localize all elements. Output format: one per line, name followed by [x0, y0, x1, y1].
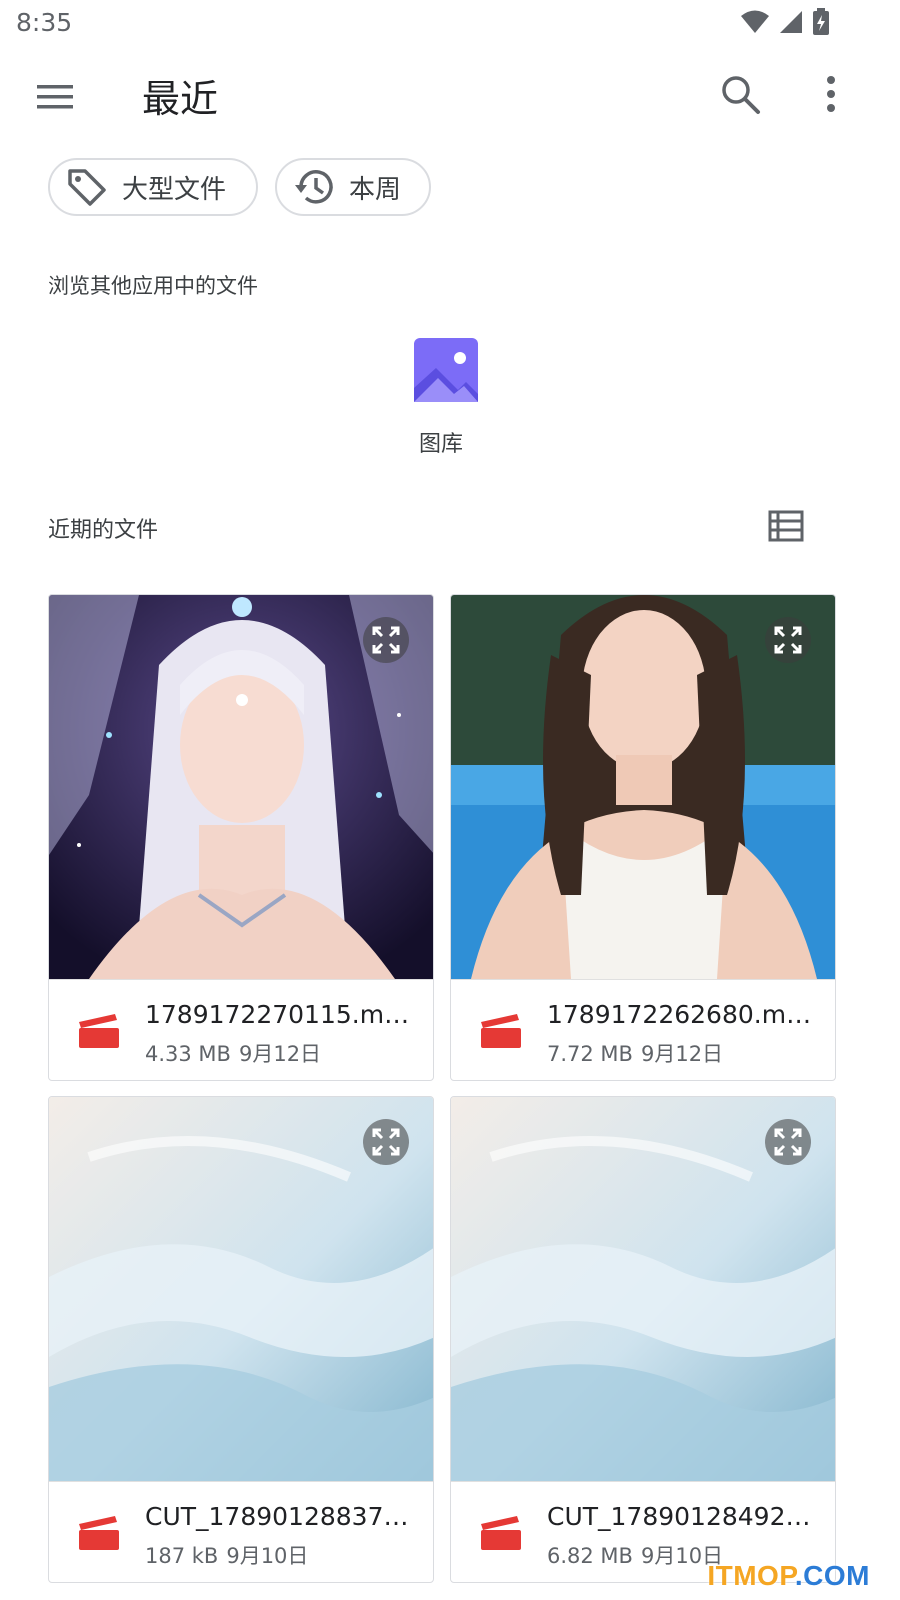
more-options-button[interactable]: [816, 72, 846, 116]
gallery-icon: [413, 338, 478, 402]
file-date: 9月10日: [226, 1544, 309, 1568]
file-info: 1789172262680.m… 7.72 MB 9月12日: [451, 979, 835, 1080]
expand-preview-button[interactable]: [363, 1119, 409, 1165]
file-card[interactable]: CUT_17890128492… 6.82 MB 9月10日: [450, 1096, 836, 1583]
expand-icon: [372, 626, 400, 654]
list-view-toggle[interactable]: [768, 510, 804, 542]
file-name: 1789172270115.m…: [145, 1000, 410, 1029]
chip-large-files[interactable]: 大型文件: [48, 158, 258, 216]
file-meta: 6.82 MB 9月10日: [547, 1540, 723, 1570]
file-thumbnail: [49, 595, 433, 979]
video-icon: [79, 1014, 119, 1048]
file-size: 6.82 MB: [547, 1544, 633, 1568]
menu-button[interactable]: [34, 76, 76, 118]
file-thumbnail: [451, 595, 835, 979]
file-size: 7.72 MB: [547, 1042, 633, 1066]
chip-this-week-label: 本周: [349, 174, 402, 205]
file-size: 4.33 MB: [145, 1042, 231, 1066]
gallery-app-label: 图库: [418, 432, 463, 457]
menu-icon: [37, 85, 73, 109]
wifi-icon: [741, 10, 769, 33]
recent-files-label: 近期的文件: [48, 518, 159, 543]
video-icon: [481, 1014, 521, 1048]
watermark-domain: .COM: [794, 1560, 870, 1591]
gallery-app-shortcut[interactable]: 图库: [400, 338, 482, 458]
browse-section-label: 浏览其他应用中的文件: [48, 274, 258, 298]
status-bar: 8:35: [0, 0, 900, 48]
status-time: 8:35: [16, 8, 73, 37]
file-card[interactable]: CUT_17890128837… 187 kB 9月10日: [48, 1096, 434, 1583]
file-meta: 4.33 MB 9月12日: [145, 1038, 321, 1068]
file-info: CUT_17890128837… 187 kB 9月10日: [49, 1481, 433, 1582]
chip-this-week[interactable]: 本周: [275, 158, 431, 216]
file-meta: 187 kB 9月10日: [145, 1540, 308, 1570]
signal-icon: [780, 11, 802, 33]
video-icon: [79, 1516, 119, 1550]
app-bar: 最近: [0, 56, 900, 136]
expand-preview-button[interactable]: [765, 1119, 811, 1165]
history-icon: [295, 170, 333, 204]
expand-icon: [372, 1128, 400, 1156]
expand-preview-button[interactable]: [765, 617, 811, 663]
more-vert-icon: [827, 76, 835, 112]
file-info: 1789172270115.m… 4.33 MB 9月12日: [49, 979, 433, 1080]
file-name: CUT_17890128492…: [547, 1502, 811, 1531]
video-icon: [481, 1516, 521, 1550]
file-card[interactable]: 1789172270115.m… 4.33 MB 9月12日: [48, 594, 434, 1081]
file-size: 187 kB: [145, 1544, 219, 1568]
file-name: CUT_17890128837…: [145, 1502, 409, 1531]
page-title: 最近: [142, 77, 219, 121]
watermark: ITMOP.COM: [707, 1560, 870, 1592]
expand-icon: [774, 1128, 802, 1156]
list-view-icon: [768, 510, 804, 542]
file-thumbnail: [451, 1097, 835, 1481]
file-meta: 7.72 MB 9月12日: [547, 1038, 723, 1068]
expand-preview-button[interactable]: [363, 617, 409, 663]
file-thumbnail: [49, 1097, 433, 1481]
file-card[interactable]: 1789172262680.m… 7.72 MB 9月12日: [450, 594, 836, 1081]
search-button[interactable]: [718, 72, 762, 116]
search-icon: [722, 76, 760, 114]
file-date: 9月12日: [640, 1042, 724, 1066]
watermark-text: ITMOP: [707, 1560, 795, 1591]
battery-icon: [813, 8, 829, 35]
chip-large-files-label: 大型文件: [122, 174, 227, 205]
expand-icon: [774, 626, 802, 654]
file-name: 1789172262680.m…: [547, 1000, 812, 1029]
file-date: 9月12日: [238, 1042, 322, 1066]
tag-icon: [68, 169, 106, 206]
